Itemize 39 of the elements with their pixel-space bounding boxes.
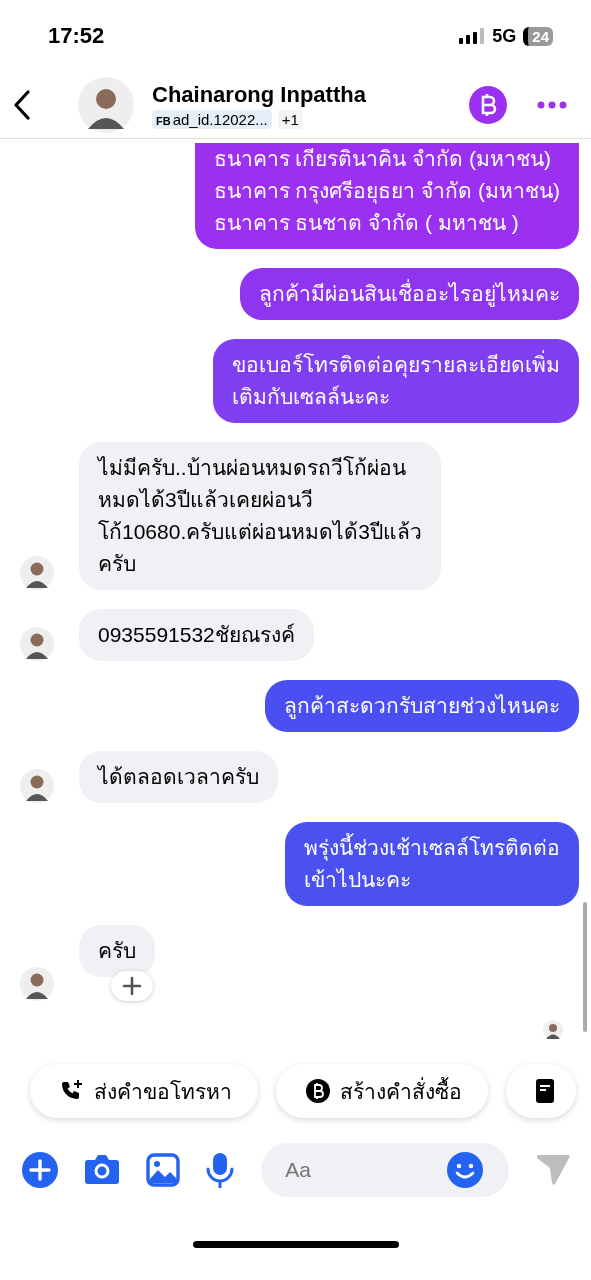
note-icon — [536, 1079, 554, 1103]
ad-tag[interactable]: FB ad_id.12022... — [152, 109, 272, 129]
quick-reply-chip[interactable] — [506, 1064, 576, 1118]
image-icon[interactable] — [145, 1153, 180, 1187]
avatar[interactable] — [20, 556, 54, 590]
plus-icon — [122, 976, 142, 996]
seen-avatar — [543, 1020, 563, 1040]
message-bubble: ลูกค้ามีผ่อนสินเชื่ออะไรอยู่ไหมคะ — [240, 268, 579, 320]
message-bubble: พรุ่งนี้ช่วงเช้าเซลล์โทรติดต่อ เข้าไปนะคะ — [285, 822, 579, 906]
message-input[interactable]: Aa — [283, 1157, 448, 1183]
avatar[interactable] — [78, 77, 134, 133]
signal-icon — [459, 28, 486, 44]
back-icon[interactable] — [12, 89, 32, 121]
baht-icon[interactable] — [469, 86, 507, 124]
battery-indicator: 24 — [523, 26, 553, 46]
network-label: 5G — [492, 25, 517, 47]
avatar[interactable] — [20, 627, 54, 661]
message-bubble: ได้ตลอดเวลาครับ — [79, 751, 278, 803]
message-bubble: ธนาคาร เกียรตินาคิน จำกัด (มหาชน) ธนาคาร กรุงศรีอยุธยา จำกัด (มหาชน) ธนาคาร ธนชาต จำกัด ( มหาชน ) — [194, 143, 579, 249]
baht-icon — [306, 1079, 330, 1103]
message-bubble: ลูกค้าสะดวกรับสายช่วงไหนคะ — [265, 680, 579, 732]
quick-reply-chip[interactable]: ส่งคำขอโทรหา — [30, 1064, 258, 1118]
avatar[interactable] — [20, 769, 54, 803]
message-bubble: 0935591532ชัยณรงค์ — [79, 609, 314, 661]
message-bubble: ขอเบอร์โทรติดต่อคุยรายละเอียดเพิ่ม เติมกับเซลล์นะคะ — [213, 339, 579, 423]
emoji-icon[interactable] — [447, 1152, 484, 1188]
quick-reply-chip[interactable]: สร้างคำสั่งซื้อ — [276, 1064, 488, 1118]
add-reaction-button[interactable] — [111, 971, 153, 1001]
microphone-icon[interactable] — [205, 1152, 236, 1188]
contact-name: Chainarong Inpattha — [152, 81, 367, 108]
status-time: 17:52 — [48, 23, 105, 49]
camera-icon[interactable] — [83, 1154, 120, 1186]
message-bubble: ไม่มีครับ..บ้านผ่อนหมดรถวีโก้ผ่อน หมดได้3ปีแล้วเคยผ่อนวี โก้10680.ครับแต่ผ่อนหมดได้3ปีแล้ว ครับ — [79, 442, 441, 590]
avatar[interactable] — [20, 967, 54, 1001]
message-field[interactable]: Aa — [261, 1143, 510, 1197]
plus-icon[interactable] — [22, 1152, 58, 1188]
tag-count[interactable]: +1 — [277, 109, 303, 129]
message-bubble: ครับ — [79, 925, 155, 977]
more-icon[interactable] — [537, 101, 567, 109]
